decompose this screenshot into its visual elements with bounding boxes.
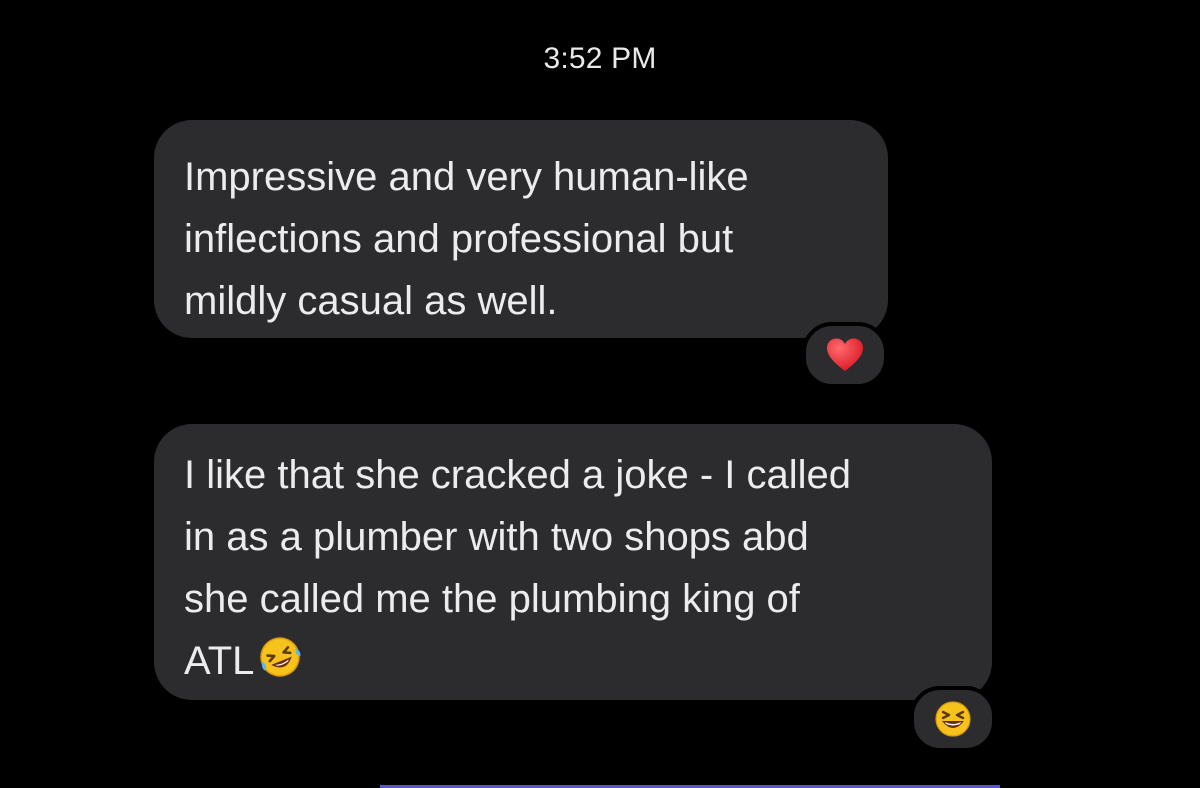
message-line: she called me the plumbing king of xyxy=(184,577,800,621)
message-bubble[interactable]: Impressive and very human-like inflectio… xyxy=(154,120,888,338)
message-line: Impressive and very human-like xyxy=(184,155,749,199)
message-timestamp: 3:52 PM xyxy=(543,42,657,75)
message-line: I like that she cracked a joke - I calle… xyxy=(184,453,851,497)
grinning-squinting-face-icon xyxy=(935,701,971,737)
red-heart-icon xyxy=(827,338,863,371)
laughing-reaction-badge[interactable] xyxy=(910,686,996,752)
message-line: in as a plumber with two shops abd xyxy=(184,515,809,559)
rolling-on-floor-laughing-icon xyxy=(256,634,304,698)
message-last-line: ATL xyxy=(184,630,962,698)
heart-reaction-badge[interactable] xyxy=(802,322,888,388)
message-line: mildly casual as well. xyxy=(184,279,558,323)
message-line: inflections and professional but xyxy=(184,217,734,261)
message-line: ATL xyxy=(184,639,255,683)
message-bubble[interactable]: I like that she cracked a joke - I calle… xyxy=(154,424,992,700)
